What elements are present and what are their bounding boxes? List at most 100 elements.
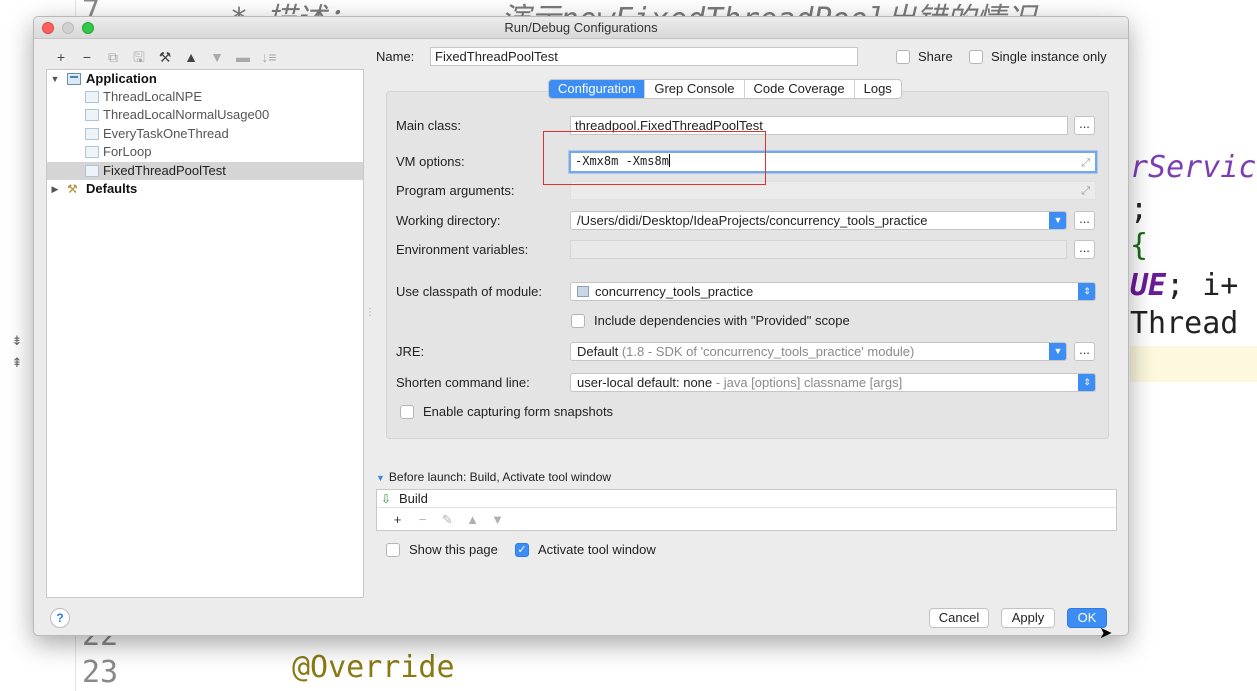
config-icon <box>85 128 99 140</box>
copy-icon[interactable]: ⧉ <box>100 47 126 67</box>
apply-button[interactable]: Apply <box>1001 608 1055 628</box>
working-directory-browse-button[interactable]: ... <box>1074 211 1095 230</box>
jre-browse-button[interactable]: ... <box>1074 342 1095 361</box>
add-icon[interactable]: + <box>48 47 74 67</box>
tree-node-defaults[interactable]: ▶ ⚒ Defaults <box>47 180 363 198</box>
remove-icon[interactable]: − <box>74 47 100 67</box>
include-dependencies-checkbox[interactable] <box>571 314 585 328</box>
tree-item[interactable]: ForLoop <box>47 143 363 161</box>
sort-icon[interactable]: ↓≡ <box>256 47 282 67</box>
wrench-icon: ⚒ <box>67 182 78 196</box>
chevron-down-icon[interactable]: ▼ <box>1049 343 1066 360</box>
environment-variables-browse-button[interactable]: ... <box>1074 240 1095 259</box>
help-button[interactable]: ? <box>50 608 70 628</box>
single-instance-label: Single instance only <box>991 49 1107 64</box>
move-task-down-icon[interactable]: ▼ <box>485 510 510 530</box>
name-input[interactable]: FixedThreadPoolTest <box>430 47 858 66</box>
tab-configuration[interactable]: Configuration <box>549 80 646 98</box>
tree-item-selected[interactable]: FixedThreadPoolTest <box>47 162 363 180</box>
tab-grep-console[interactable]: Grep Console <box>645 80 745 98</box>
tree-node-application[interactable]: ▼ Application <box>47 70 363 88</box>
classpath-module-combo[interactable]: concurrency_tools_practice ⇕ <box>570 282 1096 301</box>
environment-variables-label: Environment variables: <box>396 242 529 257</box>
tree-node-label: Defaults <box>86 181 138 196</box>
config-toolbar: + − ⧉ 🖫 ⚒ ▲ ▼ ▬ ↓≡ <box>48 47 282 67</box>
share-checkbox[interactable] <box>896 50 910 64</box>
expanded-arrow-icon[interactable]: ▼ <box>50 70 60 88</box>
collapsed-arrow-icon[interactable]: ▶ <box>50 180 60 198</box>
move-down-icon[interactable]: ▼ <box>204 47 230 67</box>
enable-snapshots-checkbox[interactable] <box>400 405 414 419</box>
build-icon: ⇩ <box>381 492 392 506</box>
jre-value: Default <box>577 344 619 359</box>
main-class-browse-button[interactable]: ... <box>1074 116 1095 135</box>
classpath-module-value: concurrency_tools_practice <box>595 284 754 299</box>
remove-task-icon[interactable]: − <box>410 510 435 530</box>
before-launch-list: ⇩ Build + − ✎ ▲ ▼ <box>376 489 1117 531</box>
tab-logs[interactable]: Logs <box>855 80 901 98</box>
code-fragment: Thread <box>1130 306 1239 341</box>
before-launch-label: Before launch: Build, Activate tool wind… <box>388 470 612 484</box>
list-item[interactable]: ⇩ Build <box>377 490 1116 508</box>
tree-item-label: FixedThreadPoolTest <box>103 163 226 178</box>
show-this-page-label: Show this page <box>409 542 498 557</box>
current-line-highlight <box>1130 346 1257 382</box>
configuration-tree: ▼ Application ThreadLocalNPE ThreadLocal… <box>46 69 364 598</box>
include-dependencies-label: Include dependencies with "Provided" sco… <box>594 313 850 328</box>
single-instance-checkbox[interactable] <box>969 50 983 64</box>
code-fragment: rServic <box>1130 150 1257 185</box>
config-icon <box>85 165 99 177</box>
edit-defaults-icon[interactable]: ⚒ <box>152 47 178 67</box>
run-debug-configurations-dialog: Run/Debug Configurations + − ⧉ 🖫 ⚒ ▲ ▼ ▬… <box>33 16 1129 636</box>
collapse-triangle-icon[interactable]: ▼ <box>376 473 385 483</box>
cancel-button[interactable]: Cancel <box>929 608 989 628</box>
share-label: Share <box>918 49 953 64</box>
folder-icon[interactable]: ▬ <box>230 47 256 67</box>
tree-item-label: EveryTaskOneThread <box>103 126 229 141</box>
vm-options-label: VM options: <box>396 154 465 169</box>
edit-task-icon[interactable]: ✎ <box>435 510 460 530</box>
before-launch-toolbar: + − ✎ ▲ ▼ <box>385 510 510 530</box>
tree-item-label: ForLoop <box>103 144 152 159</box>
tree-item[interactable]: ThreadLocalNPE <box>47 88 363 106</box>
code-fragment: ; <box>1130 192 1149 227</box>
activate-tool-window-label: Activate tool window <box>538 542 656 557</box>
list-item-label: Build <box>399 491 428 506</box>
config-icon <box>85 146 99 158</box>
main-class-label: Main class: <box>396 118 462 133</box>
expand-icon[interactable]: ⇟ <box>0 330 34 352</box>
activate-tool-window-checkbox[interactable]: ✓ <box>515 543 529 557</box>
expand-field-icon[interactable]: ⤢ <box>1081 183 1090 199</box>
tree-item-label: ThreadLocalNPE <box>103 89 202 104</box>
chevron-down-icon[interactable]: ▼ <box>1049 212 1066 229</box>
updown-arrows-icon[interactable]: ⇕ <box>1078 374 1095 391</box>
shorten-command-line-combo[interactable]: user-local default: none - java [options… <box>570 373 1096 392</box>
tree-item[interactable]: ThreadLocalNormalUsage00 <box>47 106 363 124</box>
tab-code-coverage[interactable]: Code Coverage <box>745 80 855 98</box>
tree-item-label: ThreadLocalNormalUsage00 <box>103 107 270 122</box>
updown-arrows-icon[interactable]: ⇕ <box>1078 283 1095 300</box>
expand-field-icon[interactable]: ⤢ <box>1081 154 1090 171</box>
editor-side-tools: ⇟ ⇞ <box>0 330 34 380</box>
working-directory-label: Working directory: <box>396 213 501 228</box>
move-task-up-icon[interactable]: ▲ <box>460 510 485 530</box>
classpath-module-label: Use classpath of module: <box>396 284 542 299</box>
title-bar: Run/Debug Configurations <box>34 17 1128 39</box>
module-icon <box>577 286 589 297</box>
highlight-box <box>543 131 766 185</box>
environment-variables-input[interactable] <box>570 240 1067 259</box>
jre-combo[interactable]: Default (1.8 - SDK of 'concurrency_tools… <box>570 342 1067 361</box>
collapse-icon[interactable]: ⇞ <box>0 352 34 374</box>
code-fragment-keyword: UE; i+ <box>1130 268 1239 303</box>
tree-item[interactable]: EveryTaskOneThread <box>47 125 363 143</box>
move-up-icon[interactable]: ▲ <box>178 47 204 67</box>
before-launch-header[interactable]: ▼ Before launch: Build, Activate tool win… <box>376 470 611 484</box>
enable-snapshots-label: Enable capturing form snapshots <box>423 404 614 419</box>
shorten-value: user-local default: none <box>577 375 713 390</box>
tree-node-label: Application <box>86 71 157 86</box>
working-directory-combo[interactable]: /Users/didi/Desktop/IdeaProjects/concurr… <box>570 211 1067 230</box>
add-task-icon[interactable]: + <box>385 510 410 530</box>
splitter-handle[interactable]: ⋮ <box>365 307 375 318</box>
save-icon[interactable]: 🖫 <box>126 47 152 67</box>
show-this-page-checkbox[interactable] <box>386 543 400 557</box>
